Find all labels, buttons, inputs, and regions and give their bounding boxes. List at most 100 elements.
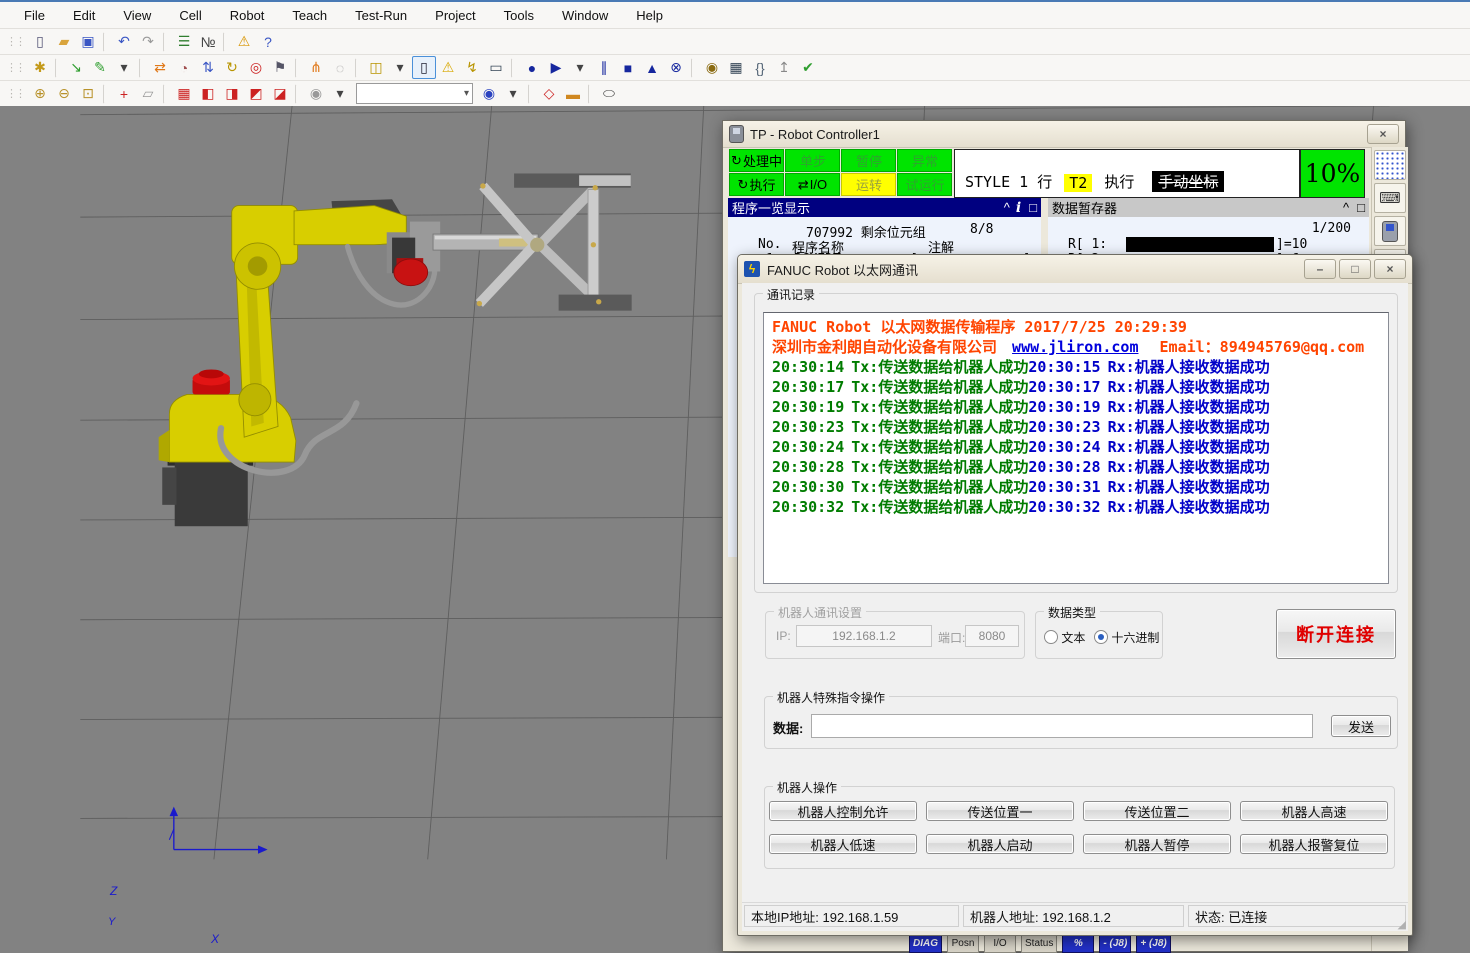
gauge-icon[interactable]: ◔ xyxy=(172,56,196,79)
divider[interactable] xyxy=(588,84,594,104)
teach-edit-icon[interactable]: ✎ xyxy=(88,56,112,79)
menu-item[interactable]: Help xyxy=(622,5,677,26)
info-icon[interactable]: i xyxy=(1016,200,1021,216)
disconnect-button[interactable]: 断开连接 xyxy=(1276,609,1396,659)
maximize-icon[interactable]: □ xyxy=(1029,200,1037,215)
menu-item[interactable]: Teach xyxy=(278,5,341,26)
divider[interactable] xyxy=(103,84,109,104)
zoom-out-icon[interactable]: ⊖ xyxy=(52,82,76,105)
tp-function-key[interactable]: DIAG xyxy=(909,933,942,953)
stop-icon[interactable]: ■ xyxy=(616,56,640,79)
divider[interactable] xyxy=(355,58,361,78)
alarm-save-icon[interactable]: ⚠ xyxy=(232,30,256,53)
record-icon[interactable]: ● xyxy=(520,56,544,79)
divider[interactable] xyxy=(103,32,109,52)
maximize-button[interactable]: □ xyxy=(1339,259,1371,279)
dropdown-caret[interactable]: ▾ xyxy=(388,56,412,79)
radio-hex-icon[interactable] xyxy=(1094,630,1108,644)
resize-grip-icon[interactable]: ◢ xyxy=(1398,918,1406,931)
menu-item[interactable]: Test-Run xyxy=(341,5,421,26)
robot-op-button[interactable]: 机器人控制允许 xyxy=(769,801,917,821)
tp-function-key[interactable]: % xyxy=(1062,933,1094,953)
mouse-settings-icon[interactable]: ⬭ xyxy=(597,82,621,105)
robot-op-button[interactable]: 机器人暂停 xyxy=(1083,834,1231,854)
divider[interactable] xyxy=(295,58,301,78)
radio-text[interactable]: 文本 xyxy=(1044,629,1085,646)
dropdown-caret[interactable]: ▾ xyxy=(568,56,592,79)
toolbar-grip[interactable]: ⋮⋮ xyxy=(6,87,24,100)
collapse-icon[interactable]: ^ xyxy=(1343,200,1349,215)
menu-item[interactable]: File xyxy=(10,5,59,26)
pause-icon[interactable]: ∥ xyxy=(592,56,616,79)
undo-icon[interactable]: ↶ xyxy=(112,30,136,53)
dropdown-caret[interactable]: ▾ xyxy=(328,82,352,105)
signboard-icon[interactable]: ⚑ xyxy=(268,56,292,79)
robot-op-button[interactable]: 传送位置一 xyxy=(926,801,1074,821)
tp-function-key[interactable]: I/O xyxy=(984,933,1016,953)
profile-check-icon[interactable]: ✔ xyxy=(796,56,820,79)
redo-icon[interactable]: ↷ xyxy=(136,30,160,53)
collapse-icon[interactable]: ^ xyxy=(1004,200,1010,215)
eject-icon[interactable]: ▲ xyxy=(640,56,664,79)
cube-right-icon[interactable]: ◨ xyxy=(220,82,244,105)
radio-text-icon[interactable] xyxy=(1044,630,1058,644)
zoom-in-icon[interactable]: ⊕ xyxy=(28,82,52,105)
move-object-icon[interactable]: ◌ xyxy=(328,56,352,79)
dropdown-caret[interactable]: ▾ xyxy=(112,56,136,79)
robot-run-icon[interactable]: ↯ xyxy=(460,56,484,79)
divider[interactable] xyxy=(295,84,301,104)
close-button[interactable]: × xyxy=(1374,259,1406,279)
play-icon[interactable]: ▶ xyxy=(544,56,568,79)
alarm-icon[interactable]: ⚠ xyxy=(436,56,460,79)
center-view-icon[interactable]: + xyxy=(112,82,136,105)
menu-item[interactable]: Edit xyxy=(59,5,109,26)
radio-hex[interactable]: 十六进制 xyxy=(1094,629,1159,646)
minimize-button[interactable]: – xyxy=(1304,259,1336,279)
help-icon[interactable]: ? xyxy=(256,30,280,53)
pixel-grid-icon[interactable] xyxy=(1374,150,1406,180)
close-button[interactable]: × xyxy=(1367,124,1399,144)
dropdown-caret[interactable]: ▾ xyxy=(501,82,525,105)
program-panel-titlebar[interactable]: 程序一览显示 ^ i □ xyxy=(728,198,1041,217)
camera-record-icon[interactable]: ◉ xyxy=(477,82,501,105)
divider[interactable] xyxy=(691,58,697,78)
send-button[interactable]: 发送 xyxy=(1331,715,1391,737)
renumber-icon[interactable]: № xyxy=(196,30,220,53)
pendant-icon[interactable] xyxy=(1374,216,1406,246)
robot-op-button[interactable]: 机器人启动 xyxy=(926,834,1074,854)
tp-function-key[interactable]: - (J8) xyxy=(1099,933,1131,953)
divider[interactable] xyxy=(139,58,145,78)
elevate-icon[interactable]: ↥ xyxy=(772,56,796,79)
tp-function-key[interactable]: Posn xyxy=(947,933,979,953)
terminal-icon[interactable]: ▭ xyxy=(484,56,508,79)
floor-plane-icon[interactable]: ▱ xyxy=(136,82,160,105)
view-select-combo[interactable]: ▾ xyxy=(356,83,473,104)
abort-icon[interactable]: ⊗ xyxy=(664,56,688,79)
robot-op-button[interactable]: 机器人低速 xyxy=(769,834,917,854)
menu-item[interactable]: Tools xyxy=(490,5,548,26)
menu-item[interactable]: Robot xyxy=(216,5,279,26)
divider[interactable] xyxy=(511,58,517,78)
save-icon[interactable]: ▣ xyxy=(76,30,100,53)
online-mode-icon[interactable]: ⇅ xyxy=(196,56,220,79)
menu-item[interactable]: Project xyxy=(421,5,489,26)
run-panel-icon[interactable]: ▦ xyxy=(724,56,748,79)
toolbar-grip[interactable]: ⋮⋮ xyxy=(6,35,24,48)
monitor-robot-icon[interactable]: ◉ xyxy=(700,56,724,79)
gripper-icon[interactable]: ⋔ xyxy=(304,56,328,79)
cell-properties-icon[interactable]: ✱ xyxy=(28,56,52,79)
divider[interactable] xyxy=(528,84,534,104)
dialog-titlebar[interactable]: ϟ FANUC Robot 以太网通讯 – □ × xyxy=(738,255,1412,284)
robot-op-button[interactable]: 机器人报警复位 xyxy=(1240,834,1388,854)
robot-op-button[interactable]: 传送位置二 xyxy=(1083,801,1231,821)
menu-item[interactable]: Window xyxy=(548,5,622,26)
divider[interactable] xyxy=(223,32,229,52)
cube-left-icon[interactable]: ◧ xyxy=(196,82,220,105)
cube-upper-icon[interactable]: ◩ xyxy=(244,82,268,105)
measure-icon[interactable]: ▬ xyxy=(561,82,585,105)
target-icon[interactable]: ◎ xyxy=(244,56,268,79)
zoom-window-icon[interactable]: ⊡ xyxy=(76,82,100,105)
teach-pendant-icon[interactable]: ▯ xyxy=(412,56,436,79)
register-panel-titlebar[interactable]: 数据暂存器 ^ □ xyxy=(1048,198,1369,217)
keyboard-icon[interactable]: ⌨ xyxy=(1374,183,1406,213)
